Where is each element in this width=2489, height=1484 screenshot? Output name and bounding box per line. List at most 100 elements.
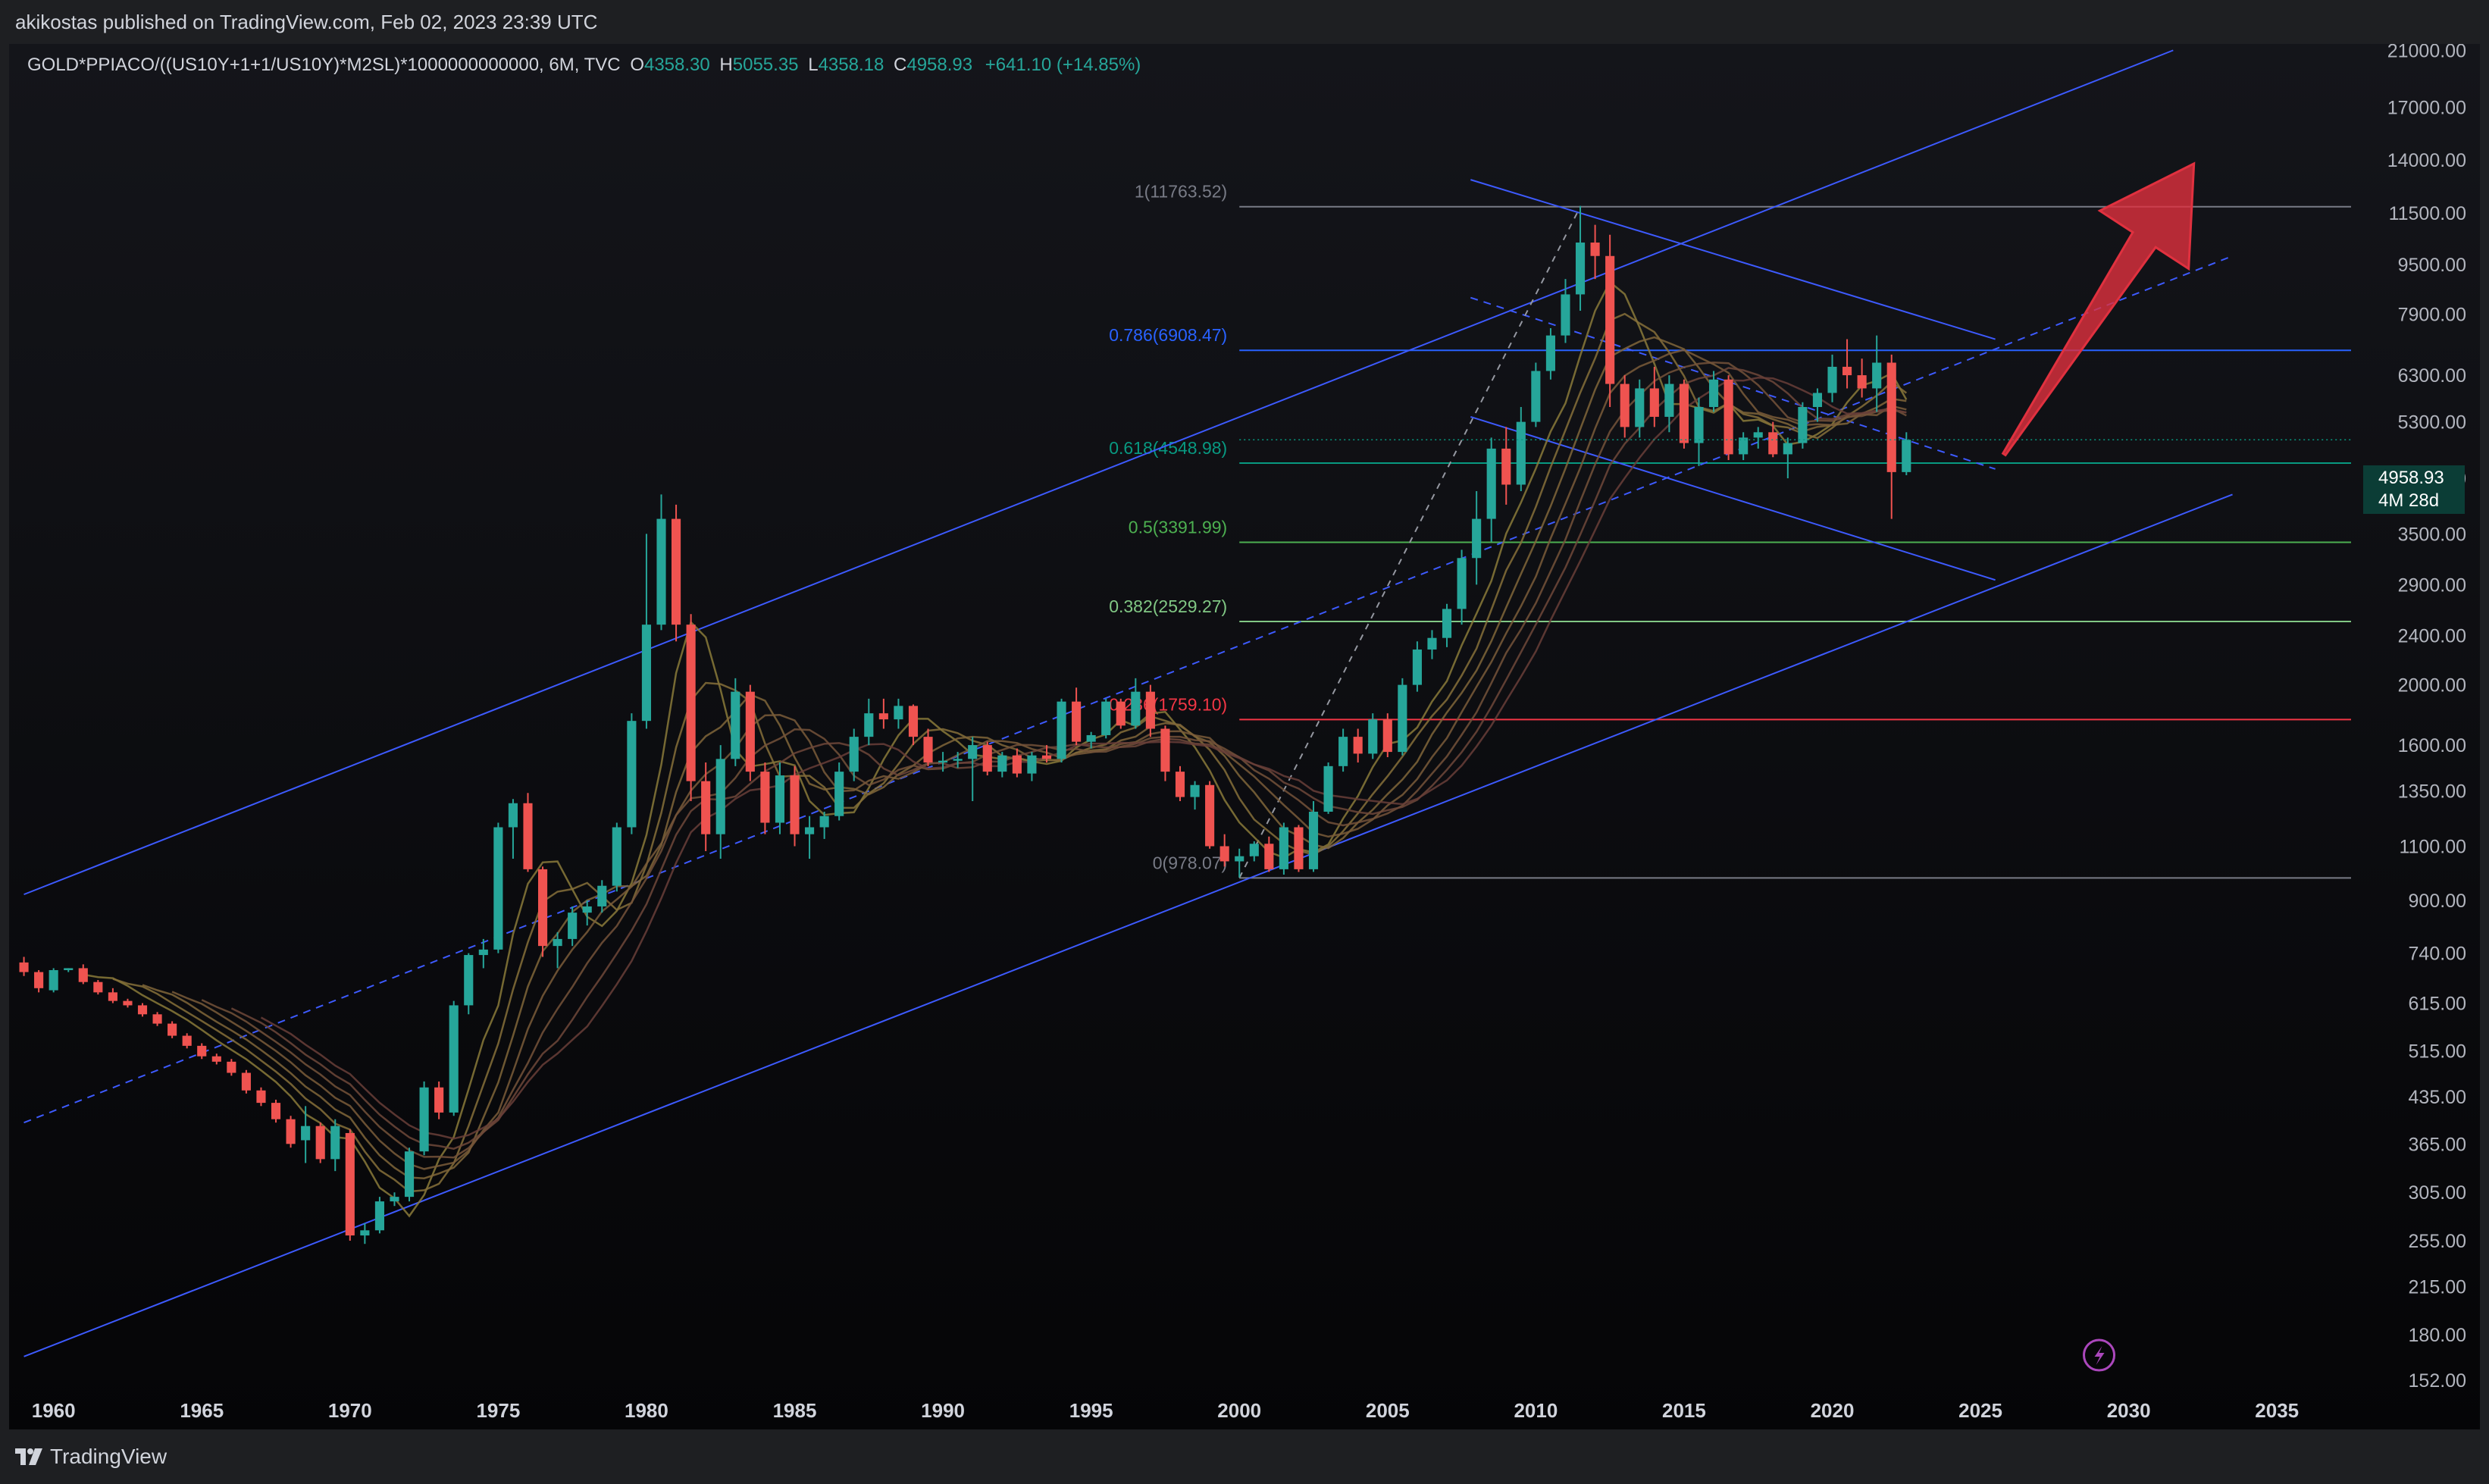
candle-body[interactable] xyxy=(894,706,903,720)
candle-body[interactable] xyxy=(656,518,666,625)
candle-body[interactable] xyxy=(849,737,859,772)
candle-body[interactable] xyxy=(1605,255,1615,384)
candle-body[interactable] xyxy=(1457,558,1467,609)
candle-body[interactable] xyxy=(790,775,800,834)
candle-body[interactable] xyxy=(241,1072,251,1091)
candle-body[interactable] xyxy=(731,691,740,759)
candle-body[interactable] xyxy=(1798,407,1808,443)
candle-body[interactable] xyxy=(1872,362,1882,389)
candle-body[interactable] xyxy=(1664,384,1674,417)
candle-body[interactable] xyxy=(982,745,992,772)
candle-body[interactable] xyxy=(1575,243,1586,295)
candle-body[interactable] xyxy=(597,885,607,906)
candle-body[interactable] xyxy=(330,1126,340,1160)
candle-body[interactable] xyxy=(449,1005,459,1113)
candle-body[interactable] xyxy=(286,1119,296,1144)
candle-body[interactable] xyxy=(627,721,637,828)
candle-body[interactable] xyxy=(1219,846,1229,862)
candle-body[interactable] xyxy=(345,1132,355,1236)
candle-body[interactable] xyxy=(1753,432,1763,438)
candle-body[interactable] xyxy=(49,969,58,991)
candle-body[interactable] xyxy=(745,691,755,772)
candle-body[interactable] xyxy=(374,1201,384,1231)
candle-body[interactable] xyxy=(1545,335,1555,371)
candle-body[interactable] xyxy=(301,1126,311,1141)
candle-body[interactable] xyxy=(938,760,948,763)
candle-body[interactable] xyxy=(1116,701,1126,726)
candle-body[interactable] xyxy=(256,1090,266,1104)
candle-body[interactable] xyxy=(997,755,1007,772)
candle-body[interactable] xyxy=(1902,440,1911,472)
candle-body[interactable] xyxy=(1501,448,1511,485)
candle-body[interactable] xyxy=(1694,407,1704,443)
candle-body[interactable] xyxy=(1294,827,1304,869)
candle-body[interactable] xyxy=(493,827,503,950)
candle-body[interactable] xyxy=(775,775,785,823)
candle-body[interactable] xyxy=(1190,784,1200,797)
candle-body[interactable] xyxy=(1249,844,1259,856)
candle-body[interactable] xyxy=(434,1087,444,1113)
candle-body[interactable] xyxy=(1308,811,1319,869)
candle-body[interactable] xyxy=(78,968,88,982)
candle-body[interactable] xyxy=(360,1230,370,1236)
candle-body[interactable] xyxy=(1620,384,1630,427)
candle-body[interactable] xyxy=(123,1000,133,1006)
candle-body[interactable] xyxy=(1131,691,1141,726)
candle-body[interactable] xyxy=(1842,366,1852,376)
candle-body[interactable] xyxy=(1338,737,1348,766)
desc-channel-top-line[interactable] xyxy=(1470,179,1996,340)
candle-body[interactable] xyxy=(1486,448,1496,519)
candle-body[interactable] xyxy=(1708,379,1719,408)
candle-body[interactable] xyxy=(523,803,533,869)
candle-body[interactable] xyxy=(1590,243,1600,256)
candle-body[interactable] xyxy=(1886,362,1896,472)
candle-body[interactable] xyxy=(108,992,117,1001)
chart-canvas[interactable]: 21000.00 17000.00 14000.00 11500.00 9500.00 7… xyxy=(9,44,2480,1429)
candle-body[interactable] xyxy=(1323,765,1333,812)
candle-body[interactable] xyxy=(1412,649,1422,685)
candle-body[interactable] xyxy=(1057,701,1066,759)
candle-body[interactable] xyxy=(1442,609,1452,638)
candle-body[interactable] xyxy=(1531,371,1541,422)
candle-body[interactable] xyxy=(271,1103,281,1119)
candle-body[interactable] xyxy=(1012,755,1022,774)
candle-body[interactable] xyxy=(819,816,829,828)
candle-body[interactable] xyxy=(672,518,681,625)
candle-body[interactable] xyxy=(19,962,29,972)
tradingview-logo[interactable]: TradingView xyxy=(15,1445,167,1469)
candle-body[interactable] xyxy=(1649,388,1659,417)
candle-body[interactable] xyxy=(1086,734,1096,742)
candle-body[interactable] xyxy=(878,713,888,720)
candle-body[interactable] xyxy=(1264,844,1274,869)
candle-body[interactable] xyxy=(834,772,844,816)
candle-body[interactable] xyxy=(478,949,488,956)
candle-body[interactable] xyxy=(864,713,874,737)
candle-body[interactable] xyxy=(1353,737,1363,754)
candle-body[interactable] xyxy=(1382,719,1392,753)
candle-body[interactable] xyxy=(197,1045,207,1057)
candle-body[interactable] xyxy=(315,1126,325,1160)
chart-area[interactable]: 21000.00 17000.00 14000.00 11500.00 9500.00 7… xyxy=(9,44,2480,1429)
candle-body[interactable] xyxy=(1812,393,1823,408)
candle-body[interactable] xyxy=(167,1023,177,1036)
candle-body[interactable] xyxy=(968,745,978,759)
channel-middle-line[interactable] xyxy=(23,255,2233,1124)
candle-body[interactable] xyxy=(553,938,562,947)
candle-body[interactable] xyxy=(1635,388,1645,427)
candle-body[interactable] xyxy=(1101,701,1111,735)
candle-body[interactable] xyxy=(1145,691,1155,729)
channel-lower-line[interactable] xyxy=(23,493,2233,1357)
candle-body[interactable] xyxy=(227,1061,236,1073)
candle-body[interactable] xyxy=(1561,294,1570,336)
candle-body[interactable] xyxy=(1175,772,1185,797)
candle-body[interactable] xyxy=(404,1151,415,1198)
candle-body[interactable] xyxy=(805,827,815,834)
candle-body[interactable] xyxy=(908,706,919,737)
candle-body[interactable] xyxy=(1041,755,1052,759)
candle-body[interactable] xyxy=(1027,755,1037,774)
candle-body[interactable] xyxy=(686,625,696,781)
candle-body[interactable] xyxy=(1768,432,1778,455)
candle-body[interactable] xyxy=(1724,379,1733,455)
candle-body[interactable] xyxy=(1472,518,1482,559)
candle-body[interactable] xyxy=(760,772,770,823)
